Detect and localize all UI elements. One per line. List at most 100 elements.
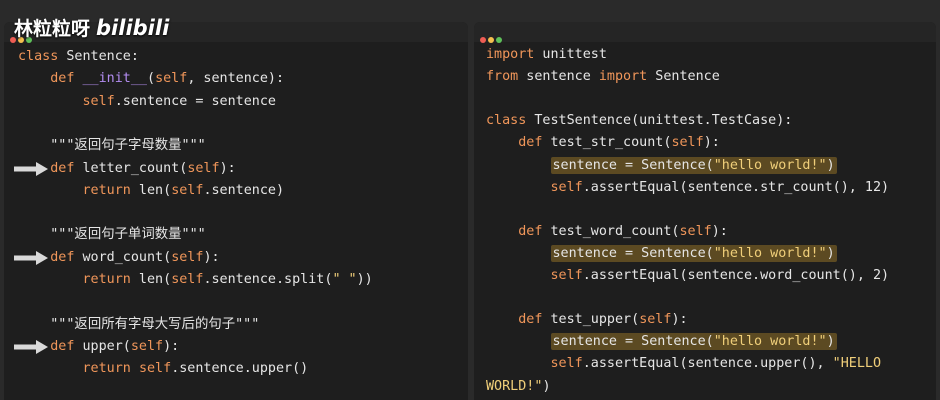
code-line: sentence = Sentence("hello world!") [486, 243, 837, 265]
pointer-arrow-icon [14, 339, 48, 354]
code-token: ) [542, 378, 551, 394]
code-token: self [639, 312, 672, 328]
code-line: def letter_count(self): [18, 158, 236, 180]
code-token: "hello world!" [713, 245, 827, 261]
code-token: self [550, 268, 583, 283]
code-token: word_count( [74, 249, 172, 265]
code-token: def [518, 135, 543, 151]
code-token: .assertEqual(sentence.upper(), [582, 356, 833, 372]
code-token: ): [671, 312, 688, 328]
code-line: class TestSentence(unittest.TestCase): [486, 110, 792, 132]
code-token: def [518, 312, 543, 328]
code-window-test: import unittest from sentence import Sent… [474, 22, 936, 400]
code-line: def __init__(self, sentence): [18, 68, 284, 90]
code-token: ) [826, 334, 835, 350]
code-token: WORLD!" [486, 378, 543, 394]
code-line: return len(self.sentence.split(" ")) [18, 269, 373, 291]
code-token: "hello world!" [713, 157, 827, 173]
code-line: sentence = Sentence("hello world!") [486, 331, 837, 353]
code-token: ): [219, 160, 236, 176]
code-token: unittest [534, 47, 607, 62]
code-token: self [550, 356, 583, 372]
highlighted-code: sentence = Sentence("hello world!") [550, 156, 837, 174]
code-line: class Sentence: [18, 46, 139, 68]
code-token: test_word_count( [542, 223, 680, 239]
code-token: return [82, 182, 131, 198]
minimize-icon[interactable] [488, 37, 494, 43]
code-line: def word_count(self): [18, 247, 220, 269]
code-token: def [518, 223, 543, 239]
code-token: "HELLO [832, 356, 882, 372]
code-line: """返回句子单词数量""" [18, 224, 206, 246]
code-token: .assertEqual(sentence.str_count(), 12) [582, 179, 890, 195]
code-token: def [50, 338, 75, 354]
code-line: """返回句子字母数量""" [18, 135, 206, 157]
watermark-text: 林粒粒呀 [14, 18, 91, 40]
code-token: import [598, 69, 648, 85]
code-token: TestSentence(unittest.TestCase): [526, 113, 793, 129]
code-token: self [671, 135, 704, 151]
code-token: self [679, 223, 712, 239]
code-line: sentence = Sentence("hello world!") [486, 155, 837, 177]
code-token: self [82, 93, 115, 109]
code-token: Sentence: [58, 49, 139, 64]
code-line: self.assertEqual(sentence.str_count(), 1… [486, 177, 890, 199]
code-token: .sentence.upper() [171, 361, 309, 377]
code-token: """返回所有字母大写后的句子""" [18, 316, 260, 332]
code-token: self [187, 160, 220, 176]
code-token: sentence = Sentence( [552, 157, 714, 173]
code-line: return self.sentence.upper() [18, 358, 309, 380]
pointer-arrow-icon [14, 161, 48, 176]
code-token: ): [711, 223, 728, 239]
code-token: .sentence = sentence [114, 93, 276, 109]
code-token: .sentence.split( [203, 272, 333, 287]
code-token: )) [356, 272, 373, 287]
pointer-arrow-icon [14, 250, 48, 265]
code-token: Sentence [647, 69, 720, 85]
code-token: self [550, 179, 583, 195]
code-line: """返回所有字母大写后的句子""" [18, 314, 259, 336]
code-token: upper( [74, 338, 131, 354]
code-window-sentence: class Sentence: def __init__(self, sente… [4, 22, 468, 400]
code-token: , sentence): [187, 71, 285, 87]
code-token: "hello world!" [713, 334, 827, 350]
code-token: ): [163, 338, 180, 354]
code-token: from [486, 69, 519, 85]
maximize-icon[interactable] [496, 37, 502, 43]
code-token: self [138, 361, 172, 377]
code-token: self [171, 182, 204, 198]
code-token: return [82, 272, 131, 287]
highlighted-code: sentence = Sentence("hello world!") [550, 244, 837, 262]
code-token: sentence = Sentence( [552, 334, 714, 350]
bilibili-logo-icon: bilibili [96, 16, 170, 40]
code-token: sentence [518, 69, 599, 85]
code-token: ( [147, 71, 156, 87]
code-token: .assertEqual(sentence.word_count(), 2) [582, 268, 890, 283]
code-token: test_str_count( [542, 135, 672, 151]
code-line: import unittest [486, 44, 607, 66]
window-titlebar [474, 22, 936, 43]
code-token: class [486, 113, 527, 129]
code-line: self.assertEqual(sentence.word_count(), … [486, 265, 890, 287]
code-token: self [130, 338, 164, 354]
code-token: len( [130, 272, 172, 287]
code-token: def [50, 249, 75, 265]
code-line: def test_str_count(self): [486, 132, 720, 154]
code-line: def test_word_count(self): [486, 221, 728, 243]
close-icon[interactable] [480, 37, 486, 43]
code-token: __init__ [82, 71, 148, 87]
code-token: ): [203, 249, 220, 265]
watermark: 林粒粒呀 bilibili [14, 14, 169, 41]
code-token: ) [826, 157, 835, 173]
